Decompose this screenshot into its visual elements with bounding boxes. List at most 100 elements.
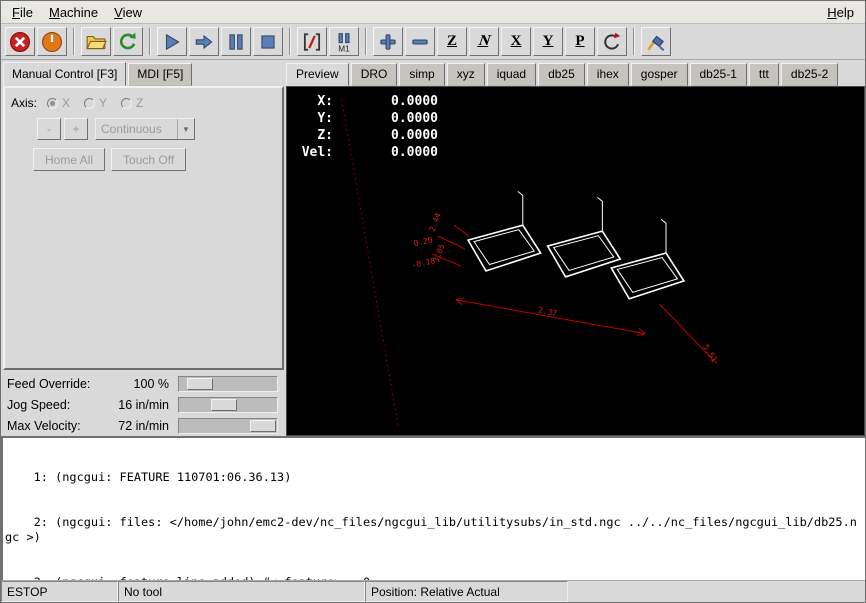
stop-button[interactable] xyxy=(253,27,283,56)
tab-ihex[interactable]: ihex xyxy=(587,63,629,86)
axis-window: File Machine View Help xyxy=(0,0,866,603)
jog-increment-value: Continuous xyxy=(96,122,177,136)
zoom-in-button[interactable] xyxy=(373,27,403,56)
tab-iquad[interactable]: iquad xyxy=(487,63,536,86)
part-outline-2 xyxy=(548,197,621,277)
toolbar-separator xyxy=(365,28,367,55)
tab-db25-1[interactable]: db25-1 xyxy=(690,63,747,86)
view-rotated-top-button[interactable]: N xyxy=(469,27,499,56)
status-machine-state: ESTOP xyxy=(1,581,118,602)
max-velocity-slider-thumb[interactable] xyxy=(250,420,276,432)
tab-xyz[interactable]: xyz xyxy=(447,63,485,86)
dimension-leader xyxy=(454,225,469,236)
feed-override-row: Feed Override: 100 % xyxy=(7,373,280,394)
view-front-button[interactable]: Y xyxy=(533,27,563,56)
clear-plot-button[interactable] xyxy=(641,27,671,56)
axis-radio-y-label: Y xyxy=(99,96,107,110)
tab-manual-control[interactable]: Manual Control [F3] xyxy=(3,62,126,86)
tab-db25-2[interactable]: db25-2 xyxy=(781,63,838,86)
control-tabs: Manual Control [F3] MDI [F5] xyxy=(3,63,284,86)
dimension-label: 0.20 xyxy=(413,235,434,248)
tab-simp[interactable]: simp xyxy=(399,63,444,86)
radio-circle-icon xyxy=(47,98,58,109)
feed-override-slider-thumb[interactable] xyxy=(187,378,213,390)
feed-override-slider[interactable] xyxy=(178,376,278,392)
machine-power-icon xyxy=(41,31,63,53)
manual-control-page: Axis: X Y Z - + xyxy=(3,86,284,370)
jog-speed-value: 16 in/min xyxy=(107,398,169,412)
toolbar-separator xyxy=(633,28,635,55)
axis-radio-z[interactable]: Z xyxy=(121,96,143,110)
skip-lines-icon xyxy=(301,31,323,53)
pause-button[interactable] xyxy=(221,27,251,56)
jog-plus-button[interactable]: + xyxy=(64,118,88,140)
view-side-letter: X xyxy=(511,34,522,49)
estop-button[interactable] xyxy=(5,27,35,56)
run-button[interactable] xyxy=(157,27,187,56)
gcode-listing[interactable]: 1: (ngcgui: FEATURE 110701:06.36.13) 2: … xyxy=(1,436,866,582)
open-file-button[interactable] xyxy=(81,27,111,56)
jog-minus-button[interactable]: - xyxy=(37,118,61,140)
step-icon xyxy=(193,31,215,53)
axis-label: Axis: xyxy=(11,96,37,110)
menu-file[interactable]: File xyxy=(4,2,41,23)
jog-speed-label: Jog Speed: xyxy=(7,398,107,412)
clear-plot-broom-icon xyxy=(645,31,667,53)
preview-canvas[interactable]: X:0.0000 Y:0.0000 Z:0.0000 Vel:0.0000 xyxy=(286,86,865,436)
menu-help[interactable]: Help xyxy=(819,2,862,23)
view-top-button[interactable]: Z xyxy=(437,27,467,56)
rotate-view-button[interactable] xyxy=(597,27,627,56)
max-velocity-value: 72 in/min xyxy=(107,419,169,433)
tab-preview[interactable]: Preview xyxy=(286,63,349,86)
axis-radio-x-label: X xyxy=(62,96,70,110)
rotate-view-icon xyxy=(601,31,623,53)
home-row: Home All Touch Off xyxy=(11,148,276,171)
jog-row: - + Continuous ▼ xyxy=(11,118,276,140)
jog-increment-combobox[interactable]: Continuous ▼ xyxy=(95,118,195,140)
radio-circle-icon xyxy=(84,98,95,109)
chevron-down-icon[interactable]: ▼ xyxy=(177,119,194,139)
zoom-out-button[interactable] xyxy=(405,27,435,56)
gcode-line: 2: (ngcgui: files: </home/john/emc2-dev/… xyxy=(5,515,864,545)
view-front-letter: Y xyxy=(543,34,554,49)
menubar: File Machine View Help xyxy=(1,1,865,24)
tab-ttt[interactable]: ttt xyxy=(749,63,779,86)
gcode-line: 1: (ngcgui: FEATURE 110701:06.36.13) xyxy=(5,470,864,485)
tab-mdi[interactable]: MDI [F5] xyxy=(128,63,192,86)
statusbar: ESTOP No tool Position: Relative Actual xyxy=(1,580,866,602)
reload-button[interactable] xyxy=(113,27,143,56)
toolbar: M1 Z N X Y P xyxy=(1,24,865,60)
tab-dro[interactable]: DRO xyxy=(351,63,398,86)
home-all-button[interactable]: Home All xyxy=(33,148,105,171)
tab-db25[interactable]: db25 xyxy=(538,63,585,86)
toolbar-separator xyxy=(149,28,151,55)
view-perspective-button[interactable]: P xyxy=(565,27,595,56)
machine-power-button[interactable] xyxy=(37,27,67,56)
jog-speed-slider-thumb[interactable] xyxy=(211,399,237,411)
view-side-button[interactable]: X xyxy=(501,27,531,56)
part-outline-3 xyxy=(611,219,684,299)
menu-machine[interactable]: Machine xyxy=(41,2,106,23)
skip-lines-button[interactable] xyxy=(297,27,327,56)
tab-gosper[interactable]: gosper xyxy=(631,63,688,86)
dimension-label: 2.44 xyxy=(428,212,443,233)
touch-off-button[interactable]: Touch Off xyxy=(111,148,186,171)
axis-row: Axis: X Y Z xyxy=(11,96,276,110)
slider-panel: Feed Override: 100 % Jog Speed: 16 in/mi… xyxy=(3,370,284,436)
zoom-out-icon xyxy=(409,31,431,53)
status-tool: No tool xyxy=(118,581,365,602)
toolpath-plot: 2.44 0.20 3.05 -0.18 2.37 5.51 xyxy=(287,87,864,435)
stop-icon xyxy=(257,31,279,53)
control-panel: Manual Control [F3] MDI [F5] Axis: X Y xyxy=(1,61,285,436)
axis-radio-y[interactable]: Y xyxy=(84,96,107,110)
max-velocity-slider[interactable] xyxy=(178,418,278,434)
dimension-label: 5.51 xyxy=(701,343,719,364)
menu-view[interactable]: View xyxy=(106,2,150,23)
axis-radio-x[interactable]: X xyxy=(47,96,70,110)
step-button[interactable] xyxy=(189,27,219,56)
optional-pause-button[interactable]: M1 xyxy=(329,27,359,56)
toolbar-separator xyxy=(73,28,75,55)
dimension-label: -0.18 xyxy=(411,256,436,270)
dimension-label: 2.37 xyxy=(537,306,558,318)
jog-speed-slider[interactable] xyxy=(178,397,278,413)
